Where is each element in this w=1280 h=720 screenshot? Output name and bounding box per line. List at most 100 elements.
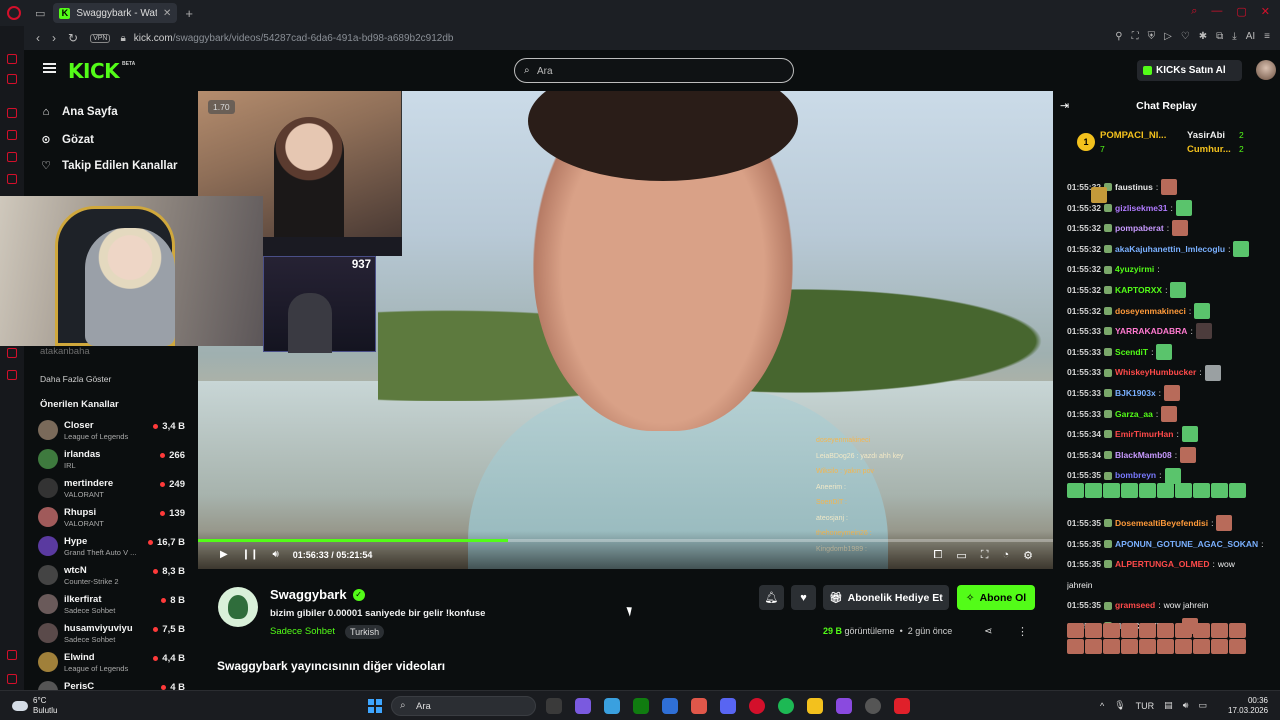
show-more-link[interactable]: Daha Fazla Göster bbox=[40, 374, 111, 384]
download-icon[interactable]: ⤓ bbox=[1232, 31, 1236, 42]
vpn-badge[interactable]: VPN bbox=[90, 33, 111, 43]
recommended-channel[interactable]: husamviyuviyu Sadece Sohbet 7,5 B bbox=[38, 620, 188, 647]
play-icon[interactable]: ▶ bbox=[220, 549, 228, 560]
sidebar-home-icon[interactable] bbox=[7, 54, 17, 64]
speed-icon[interactable]: ◔ bbox=[1002, 549, 1009, 562]
kick-logo[interactable]: KICK bbox=[68, 59, 120, 83]
recommended-channel[interactable]: irlandas IRL 266 bbox=[38, 446, 188, 473]
chat-username[interactable]: gizlisekme31 bbox=[1115, 198, 1167, 219]
pin-icon[interactable]: ⚲ bbox=[1115, 31, 1122, 42]
chat-username[interactable]: ALPERTUNGA_OLMED bbox=[1115, 554, 1209, 575]
weather-widget[interactable]: 6°C Bulutlu bbox=[12, 696, 57, 716]
chat-username[interactable]: BlackMamb08 bbox=[1115, 445, 1172, 466]
reload-icon[interactable]: ↻ bbox=[68, 31, 78, 45]
recommended-channel[interactable]: mertindere VALORANT 249 bbox=[38, 475, 188, 502]
chat-username[interactable]: WhiskeyHumbucker bbox=[1115, 362, 1196, 383]
leader-user-3[interactable]: Cumhur... bbox=[1187, 144, 1231, 155]
user-avatar[interactable] bbox=[1256, 60, 1276, 80]
chat-username[interactable]: akaKajuhanettin_lmlecoglu bbox=[1115, 239, 1225, 260]
hamburger-menu-icon[interactable] bbox=[43, 63, 56, 73]
snapshot-icon[interactable]: ⛶ bbox=[1132, 31, 1139, 42]
more-options-icon[interactable]: ⋮ bbox=[1017, 625, 1028, 638]
sidebar-messenger-icon[interactable] bbox=[7, 152, 17, 162]
notify-bell-button[interactable]: 🔔︎ bbox=[759, 585, 784, 610]
sidebar-games-icon[interactable] bbox=[7, 74, 17, 84]
theater-icon[interactable]: ▭ bbox=[956, 549, 966, 562]
volume-icon[interactable]: 🔊︎ bbox=[1183, 700, 1189, 711]
opera-logo-icon[interactable] bbox=[7, 6, 21, 20]
leader-user-1[interactable]: POMPACI_NI... bbox=[1100, 130, 1166, 141]
shield-icon[interactable]: ⛨ bbox=[1148, 31, 1156, 42]
chat-username[interactable]: gramseed bbox=[1115, 595, 1155, 616]
back-icon[interactable]: ‹ bbox=[36, 31, 40, 45]
search-box[interactable]: ⌕ bbox=[514, 58, 794, 83]
forward-icon[interactable]: › bbox=[52, 31, 56, 45]
tab-close-icon[interactable]: ✕ bbox=[163, 8, 171, 19]
puzzle-icon[interactable]: ⧉ bbox=[1216, 31, 1223, 42]
spotify-icon[interactable] bbox=[778, 698, 794, 714]
clock[interactable]: 00:36 17.03.2026 bbox=[1228, 696, 1268, 716]
nav-browse[interactable]: ⊙ Gözat bbox=[40, 133, 94, 147]
recommended-channel[interactable]: wtcN Counter-Strike 2 8,3 B bbox=[38, 562, 188, 589]
sidebar-recent-icon[interactable] bbox=[7, 348, 17, 358]
store-icon[interactable] bbox=[662, 698, 678, 714]
url-field[interactable]: kick.com/swaggybark/videos/54287cad-6da6… bbox=[134, 33, 454, 44]
sidebar-settings-icon[interactable] bbox=[7, 370, 17, 380]
search-input[interactable] bbox=[537, 63, 777, 79]
recommended-channel[interactable]: Rhupsi VALORANT 139 bbox=[38, 504, 188, 531]
sidebar-music-icon[interactable] bbox=[7, 174, 17, 184]
chat-username[interactable]: YARRAKADABRA bbox=[1115, 321, 1187, 342]
chat-username[interactable]: APONUN_GOTUNE_AGAC_SOKAN bbox=[1115, 534, 1258, 555]
sidebar-more-icon[interactable] bbox=[7, 674, 17, 684]
gift-sub-button[interactable]: 🎁︎ Abonelik Hediye Et bbox=[823, 585, 949, 610]
pause-icon[interactable]: ❙❙ bbox=[242, 549, 259, 560]
aria-ai-icon[interactable]: AI bbox=[1246, 31, 1255, 42]
copilot-icon[interactable] bbox=[575, 698, 591, 714]
category-link[interactable]: Sadece Sohbet bbox=[270, 626, 335, 637]
discord-icon[interactable] bbox=[720, 698, 736, 714]
browser-tab-active[interactable]: K Swaggybark - Watch the V ✕ bbox=[53, 3, 178, 23]
sidebar-gx-icon[interactable] bbox=[7, 650, 17, 660]
chat-username[interactable]: BJK1903x bbox=[1115, 383, 1156, 404]
language-tag[interactable]: Turkish bbox=[345, 625, 385, 639]
share-icon[interactable]: ⋖ bbox=[984, 626, 992, 637]
tab-workspace-icon[interactable]: ▭ bbox=[35, 7, 45, 20]
nav-home[interactable]: ⌂ Ana Sayfa bbox=[40, 106, 118, 118]
sidebar-history-icon[interactable] bbox=[7, 108, 17, 118]
mic-icon[interactable]: 🎙︎ bbox=[1114, 700, 1125, 711]
close-window-icon[interactable]: ✕ bbox=[1261, 5, 1270, 18]
lock-icon[interactable]: 🔒︎ bbox=[120, 33, 125, 44]
fullscreen-icon[interactable]: ⛶ bbox=[981, 549, 989, 562]
chat-username[interactable]: KAPTORXX bbox=[1115, 280, 1162, 301]
network-icon[interactable]: ▤ bbox=[1164, 700, 1173, 711]
app-icon[interactable] bbox=[836, 698, 852, 714]
volume-icon[interactable]: 🔊︎ bbox=[272, 549, 278, 560]
battery-icon[interactable]: ▭ bbox=[1198, 700, 1207, 711]
leader-user-2[interactable]: YasirAbi bbox=[1187, 130, 1225, 141]
subscribe-button[interactable]: ✧ Abone Ol bbox=[957, 585, 1035, 610]
chat-username[interactable]: pompaberat bbox=[1115, 218, 1164, 239]
tray-lang[interactable]: TUR bbox=[1136, 701, 1155, 711]
menu-icon[interactable]: ≡ bbox=[1264, 31, 1270, 42]
nav-following[interactable]: ♡ Takip Edilen Kanallar bbox=[40, 159, 177, 173]
opera-icon[interactable] bbox=[749, 698, 765, 714]
file-explorer-icon[interactable] bbox=[807, 698, 823, 714]
github-icon[interactable] bbox=[865, 698, 881, 714]
tray-chevron-icon[interactable]: ^ bbox=[1100, 701, 1104, 711]
follow-heart-button[interactable]: ♥ bbox=[791, 585, 816, 610]
extension-icon[interactable]: ✱ bbox=[1199, 31, 1207, 42]
new-tab-icon[interactable]: + bbox=[185, 6, 193, 21]
heart-icon[interactable]: ♡ bbox=[1181, 31, 1190, 42]
xbox-icon[interactable] bbox=[633, 698, 649, 714]
figma-icon[interactable] bbox=[691, 698, 707, 714]
recommended-channel[interactable]: Closer League of Legends 3,4 B bbox=[38, 417, 188, 444]
chat-username[interactable]: Garza_aa bbox=[1115, 404, 1153, 425]
chat-username[interactable]: doseyenmakineci bbox=[1115, 301, 1186, 322]
sidebar-bag-icon[interactable] bbox=[7, 130, 17, 140]
kicks-buy-button[interactable]: KICKs Satın Al bbox=[1137, 60, 1242, 81]
channel-avatar[interactable] bbox=[218, 587, 258, 627]
chat-username[interactable]: ScendiT bbox=[1115, 342, 1148, 363]
settings-gear-icon[interactable]: ⚙ bbox=[1023, 549, 1033, 562]
taskbar-search[interactable]: ⌕ Ara bbox=[391, 696, 536, 716]
clip-icon[interactable]: ⧠ bbox=[934, 549, 943, 562]
